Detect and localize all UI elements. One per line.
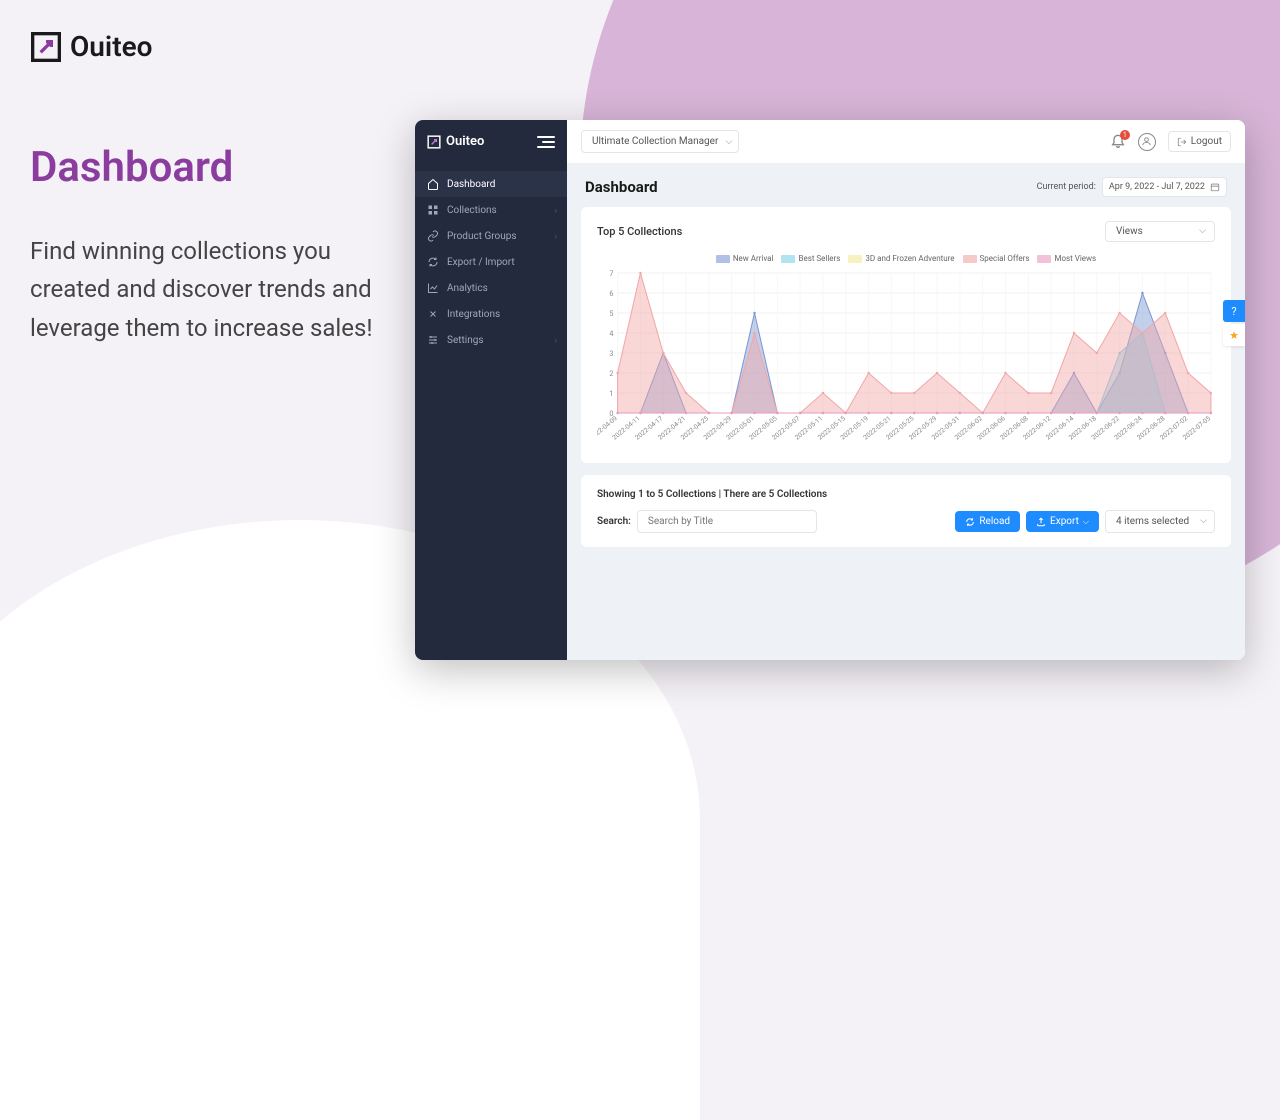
sidebar-item-label: Export / Import (447, 257, 515, 268)
chevron-down-icon: ⌵ (1083, 517, 1089, 527)
sidebar-logo[interactable]: Ouiteo (427, 134, 484, 149)
sidebar-item-dashboard[interactable]: Dashboard (415, 171, 567, 197)
marketing-title: Dashboard (30, 143, 410, 192)
help-button[interactable]: ? (1223, 300, 1245, 322)
expand-icon (427, 308, 439, 320)
chart-card: Top 5 Collections Views New Arrival Best … (581, 207, 1231, 463)
legend-item[interactable]: Special Offers (963, 254, 1030, 263)
link-icon (427, 230, 439, 242)
period-picker[interactable]: Apr 9, 2022 - Jul 7, 2022 (1102, 177, 1227, 197)
columns-selector[interactable]: 4 items selected (1105, 510, 1215, 533)
sliders-icon (427, 334, 439, 346)
legend-item[interactable]: New Arrival (716, 254, 774, 263)
logo-icon (30, 31, 62, 63)
topbar: Ultimate Collection Manager 1 Logout (567, 120, 1245, 163)
chart-area: 012345672022-04-092022-04-112022-04-1720… (597, 269, 1215, 449)
sidebar-item-export-import[interactable]: Export / Import (415, 249, 567, 275)
chevron-right-icon: › (555, 336, 557, 345)
svg-text:1: 1 (609, 389, 613, 398)
sidebar-item-analytics[interactable]: Analytics (415, 275, 567, 301)
app-selector[interactable]: Ultimate Collection Manager (581, 130, 739, 153)
reload-icon (965, 517, 975, 527)
sidebar-item-label: Product Groups (447, 231, 517, 242)
export-button[interactable]: Export ⌵ (1026, 511, 1099, 532)
table-info: Showing 1 to 5 Collections | There are 5… (597, 489, 1215, 500)
sidebar-item-collections[interactable]: Collections › (415, 197, 567, 223)
legend-item[interactable]: Best Sellers (781, 254, 840, 263)
svg-text:7: 7 (609, 269, 613, 278)
period-label: Current period: (1037, 182, 1096, 192)
sidebar-item-label: Settings (447, 335, 484, 346)
brand-logo: Ouiteo (30, 30, 410, 63)
favorite-button[interactable]: ★ (1223, 324, 1245, 346)
logout-button[interactable]: Logout (1168, 131, 1231, 152)
sidebar-brand: Ouiteo (446, 134, 484, 149)
sidebar: Ouiteo DashboardCollections›Product Grou… (415, 120, 567, 660)
home-icon (427, 178, 439, 190)
grid-icon (427, 204, 439, 216)
user-icon (1141, 136, 1152, 147)
svg-text:2: 2 (609, 369, 613, 378)
logo-icon (427, 135, 441, 149)
logout-icon (1177, 137, 1187, 147)
metric-selector[interactable]: Views (1105, 221, 1215, 242)
app-window: Ouiteo DashboardCollections›Product Grou… (415, 120, 1245, 660)
sidebar-item-product-groups[interactable]: Product Groups › (415, 223, 567, 249)
legend-item[interactable]: 3D and Frozen Adventure (848, 254, 954, 263)
notifications-button[interactable]: 1 (1110, 134, 1126, 150)
marketing-description: Find winning collections you created and… (30, 232, 410, 347)
marketing-panel: Ouiteo Dashboard Find winning collection… (30, 30, 410, 347)
sidebar-item-integrations[interactable]: Integrations (415, 301, 567, 327)
chart-legend: New Arrival Best Sellers 3D and Frozen Adv… (597, 254, 1215, 263)
main-content: Ultimate Collection Manager 1 Logout Das… (567, 120, 1245, 660)
user-menu[interactable] (1138, 133, 1156, 151)
chevron-right-icon: › (555, 232, 557, 241)
svg-text:5: 5 (609, 309, 613, 318)
svg-text:6: 6 (609, 289, 613, 298)
sidebar-item-label: Analytics (447, 283, 488, 294)
export-icon (1036, 517, 1046, 527)
sidebar-item-label: Collections (447, 205, 497, 216)
table-card: Showing 1 to 5 Collections | There are 5… (581, 475, 1231, 547)
search-label: Search: (597, 516, 631, 527)
svg-text:4: 4 (609, 329, 613, 338)
sidebar-item-settings[interactable]: Settings › (415, 327, 567, 353)
legend-item[interactable]: Most Views (1037, 254, 1096, 263)
chart-icon (427, 282, 439, 294)
notification-badge: 1 (1120, 130, 1130, 140)
sidebar-item-label: Dashboard (447, 179, 495, 190)
chart-title: Top 5 Collections (597, 225, 682, 238)
star-icon: ★ (1229, 329, 1239, 342)
help-icon: ? (1231, 305, 1236, 318)
reload-button[interactable]: Reload (955, 511, 1020, 532)
menu-toggle-icon[interactable] (537, 136, 555, 148)
sidebar-item-label: Integrations (447, 309, 500, 320)
brand-name: Ouiteo (70, 30, 153, 63)
page-title: Dashboard (585, 178, 658, 196)
chevron-right-icon: › (555, 206, 557, 215)
search-input[interactable] (637, 510, 817, 533)
refresh-icon (427, 256, 439, 268)
svg-text:3: 3 (609, 349, 613, 358)
calendar-icon (1210, 182, 1220, 192)
